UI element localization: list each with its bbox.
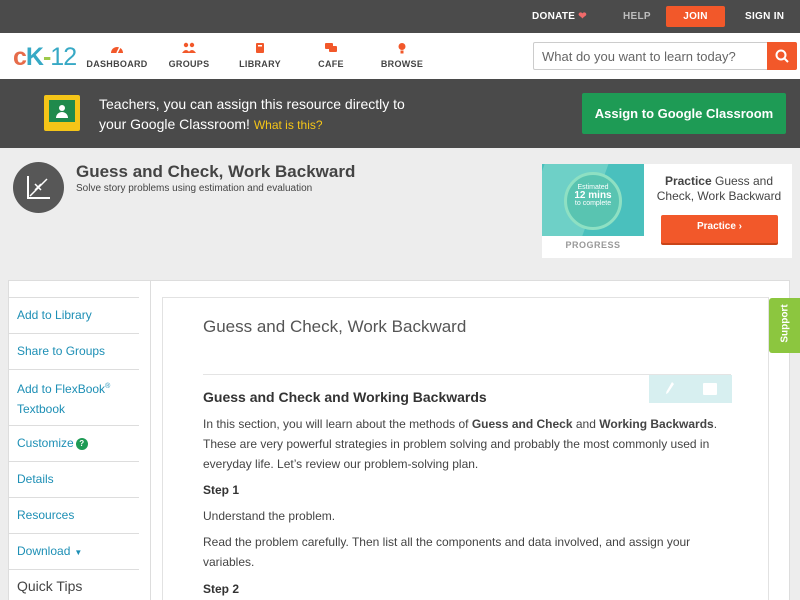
article: Guess and Check, Work Backward Guess and… (162, 297, 769, 600)
concept-graph-icon (13, 162, 64, 213)
column-divider (150, 281, 151, 600)
google-classroom-icon (44, 95, 80, 131)
sign-in-link[interactable]: SIGN IN (745, 0, 784, 33)
classroom-message: Teachers, you can assign this resource d… (99, 96, 405, 132)
google-classroom-banner: Teachers, you can assign this resource d… (0, 79, 800, 148)
step-1-heading: Step 1 (203, 483, 240, 497)
sidebar-item-download[interactable]: Download ▼ (9, 533, 139, 569)
heart-icon: ❤ (578, 11, 587, 22)
search-input[interactable] (534, 43, 768, 69)
practice-estimate-image: Estimated 12 mins to complete (542, 164, 644, 236)
quick-tips-heading: Quick Tips (9, 569, 139, 600)
annotation-tools (649, 375, 732, 403)
nav-browse[interactable]: BROWSE (367, 42, 437, 69)
progress-label: PROGRESS (565, 240, 621, 250)
top-utility-bar: DONATE ❤ HELP JOIN SIGN IN (0, 0, 800, 33)
step-2-heading: Step 2 (203, 582, 240, 596)
search-button[interactable] (767, 42, 797, 70)
notes-icon[interactable] (703, 383, 717, 395)
assign-google-classroom-button[interactable]: Assign to Google Classroom (582, 93, 786, 134)
join-button[interactable]: JOIN (666, 6, 725, 27)
sidebar-item-resources[interactable]: Resources (9, 497, 139, 533)
practice-button[interactable]: Practice › (661, 215, 778, 243)
sidebar-item-details[interactable]: Details (9, 461, 139, 497)
nav-groups[interactable]: GROUPS (154, 42, 224, 69)
sidebar-item-add-library[interactable]: Add to Library (9, 297, 139, 333)
dashboard-icon (111, 46, 123, 54)
pencil-icon[interactable] (665, 381, 675, 395)
sidebar: Add to Library Share to Groups Add to Fl… (9, 297, 139, 600)
intro-paragraph: In this section, you will learn about th… (203, 417, 718, 471)
practice-description: Practice Guess and Check, Work Backward (656, 174, 782, 203)
nav-library[interactable]: LIBRARY (225, 42, 295, 69)
sidebar-item-share-groups[interactable]: Share to Groups (9, 333, 139, 369)
article-heading: Guess and Check, Work Backward (203, 317, 467, 336)
sidebar-item-add-flexbook[interactable]: Add to FlexBook® Textbook (9, 369, 139, 425)
help-link[interactable]: HELP (623, 0, 651, 33)
nav-dashboard[interactable]: DASHBOARD (82, 42, 152, 69)
library-icon (256, 43, 264, 53)
concept-header: Guess and Check, Work Backward Solve sto… (0, 148, 800, 268)
caret-down-icon: ▼ (74, 548, 83, 557)
article-subheading: Guess and Check and Working Backwards (203, 389, 487, 405)
support-tab[interactable]: Support (769, 298, 800, 353)
step-1-detail: Read the problem carefully. Then list al… (203, 535, 691, 569)
practice-card: Estimated 12 mins to complete PROGRESS Pra… (542, 164, 792, 258)
cafe-icon (325, 43, 337, 52)
help-icon[interactable]: ? (75, 438, 88, 450)
page-title: Guess and Check, Work Backward (76, 162, 356, 181)
browse-icon (398, 43, 406, 54)
nav-cafe[interactable]: CAFE (296, 42, 366, 69)
content-shell: Add to Library Share to Groups Add to Fl… (8, 280, 790, 600)
chevron-right-icon: › (738, 221, 743, 232)
donate-link[interactable]: DONATE ❤ (532, 0, 587, 33)
ck12-logo[interactable]: cK-12 (13, 43, 77, 72)
search-box (533, 42, 797, 70)
what-is-this-link[interactable]: What is this? (254, 118, 323, 132)
main-navbar: cK-12 DASHBOARD GROUPS LIBRARY CAFE BROW… (0, 33, 800, 79)
search-icon (775, 49, 789, 63)
groups-icon (182, 42, 196, 53)
sidebar-item-customize[interactable]: Customize? (9, 425, 139, 461)
page-subtitle: Solve story problems using estimation an… (76, 183, 313, 194)
step-1-text: Understand the problem. (203, 509, 336, 523)
